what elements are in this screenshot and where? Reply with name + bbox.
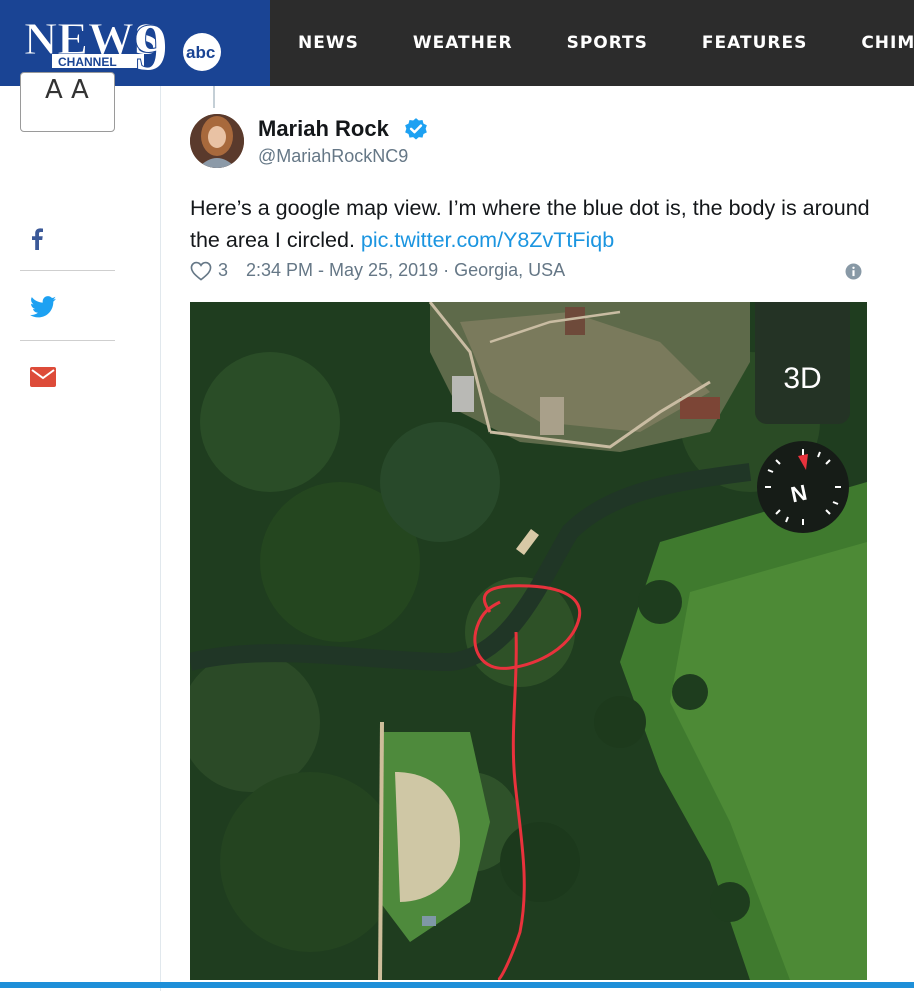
share-email-button[interactable] bbox=[20, 343, 115, 411]
text-size-button[interactable]: A A bbox=[20, 72, 115, 132]
bottom-accent-bar bbox=[0, 982, 914, 988]
info-icon[interactable] bbox=[845, 263, 862, 280]
nav-weather[interactable]: WEATHER bbox=[413, 33, 513, 53]
avatar-photo bbox=[190, 114, 244, 168]
tweet-body: Here’s a google map view. I’m where the … bbox=[190, 192, 880, 256]
thread-connector bbox=[213, 86, 215, 108]
like-count: 3 bbox=[218, 260, 229, 280]
site-header: NEWS CHANNEL 9 abc NEWS WEATHER SPORTS F… bbox=[0, 0, 914, 86]
svg-text:abc: abc bbox=[186, 43, 215, 62]
author-avatar[interactable] bbox=[190, 114, 244, 168]
nav-chime-in[interactable]: CHIME IN bbox=[861, 33, 914, 53]
nav-news[interactable]: NEWS bbox=[298, 33, 359, 53]
twitter-icon bbox=[30, 296, 56, 318]
share-divider bbox=[20, 270, 115, 271]
map-3d-button[interactable]: 3D bbox=[755, 302, 850, 424]
svg-text:CHANNEL: CHANNEL bbox=[58, 55, 117, 69]
email-icon bbox=[30, 367, 56, 387]
svg-text:9: 9 bbox=[134, 9, 168, 80]
author-name[interactable]: Mariah Rock bbox=[258, 116, 389, 142]
text-size-icon: A A bbox=[45, 75, 89, 105]
main-nav: NEWS WEATHER SPORTS FEATURES CHIME IN bbox=[270, 0, 914, 86]
newschannel9-logo: NEWS CHANNEL 9 abc bbox=[24, 9, 221, 80]
map-3d-label: 3D bbox=[783, 362, 822, 395]
heart-icon[interactable] bbox=[190, 261, 212, 281]
share-facebook-button[interactable] bbox=[20, 205, 115, 273]
share-twitter-button[interactable] bbox=[20, 273, 115, 341]
nav-sports[interactable]: SPORTS bbox=[567, 33, 648, 53]
author-handle[interactable]: @MariahRockNC9 bbox=[258, 146, 408, 167]
facebook-icon bbox=[32, 228, 43, 250]
tweet-meta: 3 2:34 PM - May 25, 2019 · Georgia, USA bbox=[190, 260, 565, 281]
tweet-pic-link[interactable]: pic.twitter.com/Y8ZvTtFiqb bbox=[361, 228, 614, 252]
tweet-timestamp[interactable]: 2:34 PM - May 25, 2019 · Georgia, USA bbox=[246, 260, 565, 281]
share-divider bbox=[20, 340, 115, 341]
verified-badge-icon bbox=[405, 118, 427, 140]
nav-features[interactable]: FEATURES bbox=[702, 33, 807, 53]
